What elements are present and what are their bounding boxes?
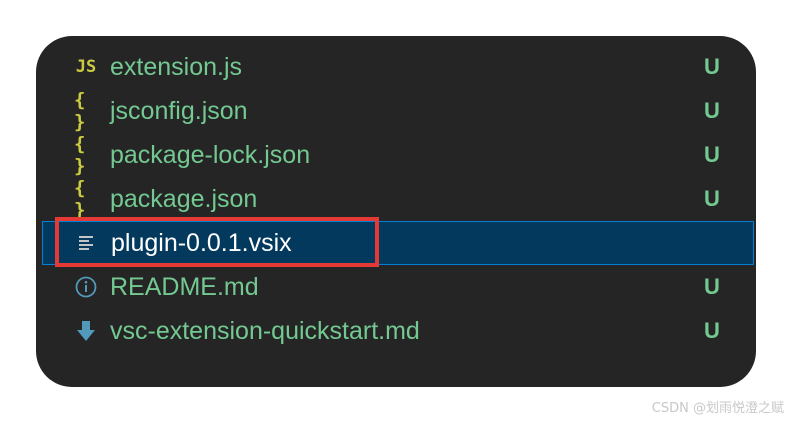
git-status-untracked: U (704, 186, 720, 211)
js-file-icon: JS (75, 57, 97, 77)
file-row-readme-md[interactable]: README.md U (36, 265, 756, 309)
watermark: CSDN @划雨悦澄之赋 (651, 401, 784, 416)
file-row-quickstart-md[interactable]: vsc-extension-quickstart.md U (36, 309, 756, 353)
file-row-plugin-vsix[interactable]: plugin-0.0.1.vsix (42, 221, 754, 265)
info-icon (74, 265, 98, 309)
file-name: vsc-extension-quickstart.md (110, 317, 420, 345)
file-row-package-json[interactable]: { } package.json U (36, 177, 756, 221)
git-status-untracked: U (704, 98, 720, 123)
file-name: package.json (110, 185, 258, 213)
file-name: jsconfig.json (110, 97, 248, 125)
file-name: README.md (110, 273, 259, 301)
json-file-icon: { } (74, 177, 86, 221)
file-row-jsconfig-json[interactable]: { } jsconfig.json U (36, 89, 756, 133)
markdown-download-icon (74, 309, 98, 353)
file-name: extension.js (110, 53, 243, 81)
file-explorer-panel: JS extension.js U { } jsconfig.json U { … (36, 36, 756, 387)
git-status-untracked: U (704, 318, 720, 343)
text-file-icon (75, 221, 99, 265)
json-file-icon: { } (74, 89, 86, 133)
file-row-package-lock-json[interactable]: { } package-lock.json U (36, 133, 756, 177)
git-status-untracked: U (704, 54, 720, 79)
git-status-untracked: U (704, 142, 720, 167)
file-row-extension-js[interactable]: JS extension.js U (36, 45, 756, 89)
file-name: plugin-0.0.1.vsix (111, 229, 292, 257)
json-file-icon: { } (74, 133, 86, 177)
file-name: package-lock.json (110, 141, 311, 169)
git-status-untracked: U (704, 274, 720, 299)
